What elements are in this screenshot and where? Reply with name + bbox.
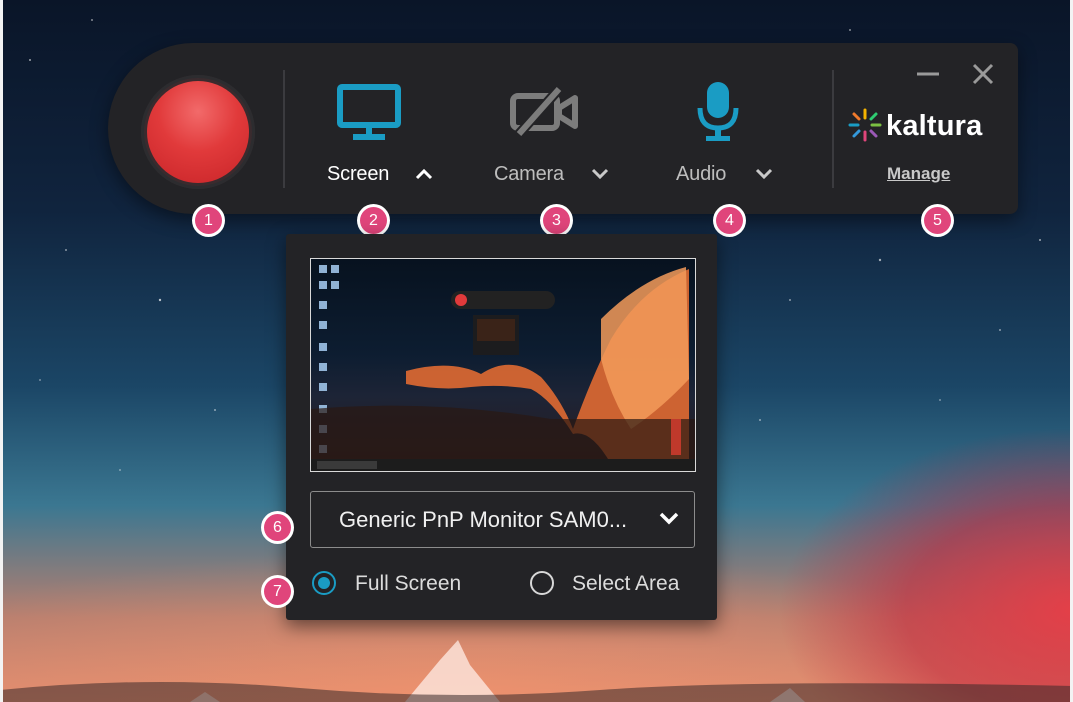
callout-badge-7: 7 (264, 578, 291, 605)
chevron-up-icon[interactable] (414, 167, 434, 181)
camera-chevron-down-icon[interactable] (590, 167, 610, 181)
monitor-select-dropdown[interactable]: Generic PnP Monitor SAM0... (310, 491, 695, 548)
toolbar-divider-left (283, 70, 285, 188)
manage-link[interactable]: Manage (887, 164, 950, 184)
kaltura-brand-text: kaltura (886, 110, 983, 142)
screen-label[interactable]: Screen (327, 163, 389, 186)
monitor-select-value: Generic PnP Monitor SAM0... (339, 507, 628, 532)
camera-off-icon[interactable] (509, 86, 581, 138)
screen-preview-image (311, 265, 695, 471)
frame-border-left (0, 0, 3, 702)
microphone-icon[interactable] (695, 80, 741, 144)
callout-badge-6: 6 (264, 514, 291, 541)
full-screen-label[interactable]: Full Screen (355, 572, 461, 596)
screen-preview-thumbnail[interactable] (310, 258, 696, 472)
audio-chevron-down-icon[interactable] (754, 167, 774, 181)
full-screen-radio[interactable] (312, 571, 336, 595)
kaltura-logo-icon (848, 108, 882, 142)
callout-badge-3: 3 (543, 207, 570, 234)
monitor-icon[interactable] (336, 84, 404, 142)
callout-badge-1: 1 (195, 207, 222, 234)
select-area-radio[interactable] (530, 571, 554, 595)
camera-label[interactable]: Camera (494, 163, 564, 186)
record-button-core (147, 81, 249, 183)
record-button[interactable] (141, 75, 255, 189)
close-icon[interactable] (971, 62, 995, 86)
callout-badge-5: 5 (924, 207, 951, 234)
audio-label[interactable]: Audio (676, 163, 726, 186)
toolbar-divider-right (832, 70, 834, 188)
select-area-label[interactable]: Select Area (572, 572, 679, 596)
minimize-icon[interactable] (915, 66, 941, 82)
chevron-down-icon (659, 512, 679, 525)
callout-badge-2: 2 (360, 207, 387, 234)
callout-badge-4: 4 (716, 207, 743, 234)
